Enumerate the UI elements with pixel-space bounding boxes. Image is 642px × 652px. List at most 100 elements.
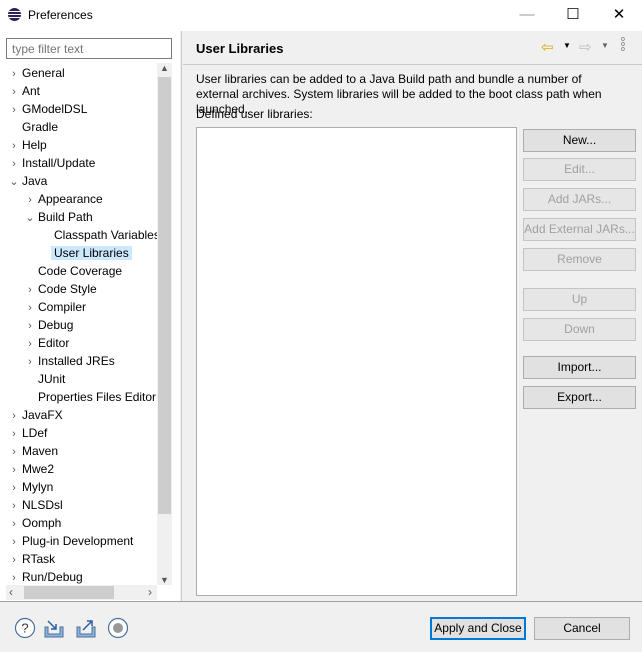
tree-item[interactable]: › Plug-in Development <box>6 532 133 550</box>
tree-item-label: Properties Files Editor <box>38 390 157 404</box>
tree-item-label: Compiler <box>38 300 87 314</box>
back-menu-icon[interactable]: ▼ <box>563 41 571 50</box>
scroll-right-icon[interactable]: › <box>148 585 152 599</box>
tree-item-label: LDef <box>22 426 48 440</box>
chevron-right-icon[interactable]: › <box>22 281 38 299</box>
tree-item[interactable]: › NLSDsl <box>6 496 63 514</box>
tree-item[interactable]: › GModelDSL <box>6 100 87 118</box>
chevron-right-icon[interactable]: › <box>6 461 22 479</box>
chevron-right-icon[interactable]: › <box>22 353 38 371</box>
tree-item[interactable]: Gradle <box>6 118 58 136</box>
tree-item-label: Mwe2 <box>22 462 55 476</box>
tree-item[interactable]: › Mylyn <box>6 478 53 496</box>
down-button[interactable]: Down <box>523 318 636 341</box>
import-button[interactable]: Import... <box>523 356 636 379</box>
export-button[interactable]: Export... <box>523 386 636 409</box>
svg-text:?: ? <box>21 621 28 636</box>
page-header: User Libraries ⇦ ▼ ⇨ ▼ ooo <box>183 31 642 65</box>
scroll-left-icon[interactable]: ‹ <box>9 585 13 599</box>
tree-item[interactable]: › Help <box>6 136 47 154</box>
chevron-right-icon[interactable]: › <box>6 551 22 569</box>
scroll-down-icon[interactable]: ▼ <box>157 575 172 585</box>
chevron-right-icon[interactable]: › <box>6 65 22 83</box>
tree-item[interactable]: › Oomph <box>6 514 61 532</box>
export-icon[interactable] <box>75 617 97 639</box>
chevron-right-icon[interactable]: › <box>6 533 22 551</box>
tree-item[interactable]: Properties Files Editor <box>22 388 156 406</box>
tree-item[interactable]: JUnit <box>22 370 65 388</box>
edit-button[interactable]: Edit... <box>523 158 636 181</box>
filter-input[interactable] <box>6 38 172 59</box>
tree-item[interactable]: Code Coverage <box>22 262 122 280</box>
maximize-button[interactable]: ☐ <box>550 0 596 30</box>
chevron-right-icon[interactable]: › <box>6 515 22 533</box>
minimize-button[interactable]: — <box>504 0 550 30</box>
apply-and-close-button[interactable]: Apply and Close <box>430 617 526 640</box>
tree-item-label: Gradle <box>22 120 59 134</box>
more-menu-icon[interactable]: ooo <box>621 36 625 53</box>
chevron-right-icon[interactable]: › <box>6 425 22 443</box>
record-icon[interactable] <box>107 617 129 639</box>
vertical-scrollbar[interactable]: ▲ ▼ <box>157 63 172 585</box>
tree-item[interactable]: ⌄ Java <box>6 172 47 190</box>
new-button[interactable]: New... <box>523 129 636 152</box>
tree-item[interactable]: › Editor <box>22 334 69 352</box>
user-libraries-list[interactable] <box>196 127 517 596</box>
horizontal-scrollbar[interactable]: ‹ › <box>6 585 157 600</box>
import-icon[interactable] <box>43 617 65 639</box>
tree-item-label: NLSDsl <box>22 498 63 512</box>
tree-item[interactable]: User Libraries <box>38 244 132 262</box>
tree-item[interactable]: › Mwe2 <box>6 460 54 478</box>
scroll-up-icon[interactable]: ▲ <box>157 63 172 73</box>
tree-item[interactable]: › Ant <box>6 82 40 100</box>
chevron-down-icon[interactable]: ⌄ <box>22 209 38 227</box>
chevron-right-icon[interactable]: › <box>6 101 22 119</box>
divider <box>0 601 642 602</box>
tree-item[interactable]: › Installed JREs <box>22 352 115 370</box>
tree-item[interactable]: › Install/Update <box>6 154 95 172</box>
chevron-right-icon[interactable]: › <box>22 317 38 335</box>
eclipse-icon <box>8 8 21 21</box>
chevron-right-icon[interactable]: › <box>22 299 38 317</box>
sash[interactable] <box>181 31 182 601</box>
chevron-down-icon[interactable]: ⌄ <box>6 173 22 191</box>
chevron-right-icon[interactable]: › <box>6 497 22 515</box>
back-icon[interactable]: ⇦ <box>541 38 554 56</box>
cancel-button[interactable]: Cancel <box>534 617 630 640</box>
tree-item-label: RTask <box>22 552 56 566</box>
tree-item-label: GModelDSL <box>22 102 88 116</box>
forward-menu-icon[interactable]: ▼ <box>601 41 609 50</box>
tree-item[interactable]: › Run/Debug <box>6 568 83 585</box>
tree-item[interactable]: › Appearance <box>22 190 103 208</box>
close-button[interactable]: ✕ <box>596 0 642 30</box>
add-jars-button[interactable]: Add JARs... <box>523 188 636 211</box>
tree-item[interactable]: › LDef <box>6 424 47 442</box>
chevron-right-icon[interactable]: › <box>22 191 38 209</box>
tree-item[interactable]: ⌄ Build Path <box>22 208 92 227</box>
forward-icon[interactable]: ⇨ <box>579 38 592 56</box>
chevron-right-icon[interactable]: › <box>22 335 38 353</box>
tree-item[interactable]: › Compiler <box>22 298 86 316</box>
tree-item[interactable]: Classpath Variables <box>38 226 157 244</box>
help-icon[interactable]: ? <box>14 617 36 639</box>
up-button[interactable]: Up <box>523 288 636 311</box>
tree-item[interactable]: › RTask <box>6 550 55 568</box>
tree-item[interactable]: › Debug <box>22 316 73 334</box>
chevron-right-icon[interactable]: › <box>6 407 22 425</box>
remove-button[interactable]: Remove <box>523 248 636 271</box>
chevron-right-icon[interactable]: › <box>6 137 22 155</box>
scroll-thumb[interactable] <box>158 77 171 514</box>
chevron-right-icon[interactable]: › <box>6 155 22 173</box>
hscroll-thumb[interactable] <box>24 586 114 599</box>
tree-item[interactable]: › Maven <box>6 442 58 460</box>
tree-item-label: Mylyn <box>22 480 54 494</box>
tree-item[interactable]: › Code Style <box>22 280 97 298</box>
chevron-right-icon[interactable]: › <box>6 479 22 497</box>
add-external-jars-button[interactable]: Add External JARs... <box>523 218 636 241</box>
chevron-right-icon[interactable]: › <box>6 443 22 461</box>
tree-item-label: JavaFX <box>22 408 63 422</box>
tree-item[interactable]: › General <box>6 64 65 82</box>
chevron-right-icon[interactable]: › <box>6 83 22 101</box>
tree-item[interactable]: › JavaFX <box>6 406 63 424</box>
chevron-right-icon[interactable]: › <box>6 569 22 585</box>
